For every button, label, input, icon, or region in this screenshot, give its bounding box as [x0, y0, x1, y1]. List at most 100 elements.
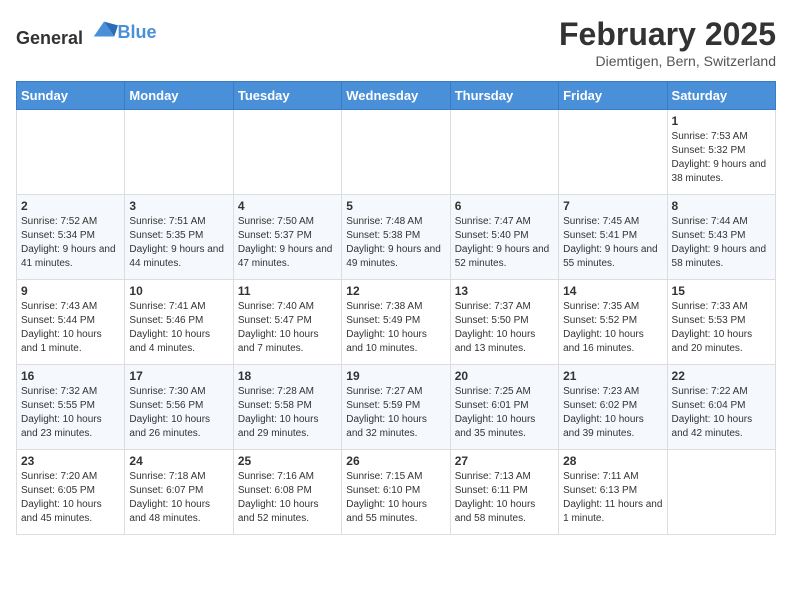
- day-cell: 6Sunrise: 7:47 AM Sunset: 5:40 PM Daylig…: [450, 195, 558, 280]
- day-cell: 23 Sunrise: 7:20 AM Sunset: 6:05 PM Dayli…: [17, 450, 125, 535]
- day-number: 20: [455, 369, 554, 383]
- weekday-header-saturday: Saturday: [667, 82, 775, 110]
- day-cell: 14Sunrise: 7:35 AM Sunset: 5:52 PM Dayli…: [559, 280, 667, 365]
- day-info: Sunrise: 7:50 AM Sunset: 5:37 PM Dayligh…: [238, 215, 337, 271]
- week-row-2: 2 Sunrise: 7:52 AM Sunset: 5:34 PM Daylig…: [17, 195, 776, 280]
- day-info: Sunrise: 7:15 AM Sunset: 6:10 PM Dayligh…: [346, 470, 445, 526]
- day-cell: [450, 110, 558, 195]
- day-cell: 12 Sunrise: 7:38 AM Sunset: 5:49 PM Dayli…: [342, 280, 450, 365]
- day-info: Sunrise: 7:44 AM Sunset: 5:43 PM Dayligh…: [672, 215, 771, 271]
- day-cell: [125, 110, 233, 195]
- day-info: Sunrise: 7:53 AM Sunset: 5:32 PM Dayligh…: [672, 130, 771, 186]
- week-row-3: 9 Sunrise: 7:43 AM Sunset: 5:44 PM Daylig…: [17, 280, 776, 365]
- day-number: 23: [21, 454, 120, 468]
- day-number: 5: [346, 199, 445, 213]
- day-number: 22: [672, 369, 771, 383]
- day-number: 19: [346, 369, 445, 383]
- day-number: 3: [129, 199, 228, 213]
- weekday-header-wednesday: Wednesday: [342, 82, 450, 110]
- day-info: Sunrise: 7:41 AM Sunset: 5:46 PM Dayligh…: [129, 300, 228, 356]
- day-info: Sunrise: 7:52 AM Sunset: 5:34 PM Dayligh…: [21, 215, 120, 271]
- day-info: Sunrise: 7:30 AM Sunset: 5:56 PM Dayligh…: [129, 385, 228, 441]
- day-number: 8: [672, 199, 771, 213]
- weekday-header-thursday: Thursday: [450, 82, 558, 110]
- title-area: February 2025 Diemtigen, Bern, Switzerla…: [559, 16, 776, 69]
- day-info: Sunrise: 7:11 AM Sunset: 6:13 PM Dayligh…: [563, 470, 662, 526]
- day-cell: 20 Sunrise: 7:25 AM Sunset: 6:01 PM Dayli…: [450, 365, 558, 450]
- day-info: Sunrise: 7:27 AM Sunset: 5:59 PM Dayligh…: [346, 385, 445, 441]
- day-number: 4: [238, 199, 337, 213]
- day-cell: 22Sunrise: 7:22 AM Sunset: 6:04 PM Dayli…: [667, 365, 775, 450]
- day-cell: 17 Sunrise: 7:30 AM Sunset: 5:56 PM Dayli…: [125, 365, 233, 450]
- day-number: 18: [238, 369, 337, 383]
- day-cell: 2 Sunrise: 7:52 AM Sunset: 5:34 PM Daylig…: [17, 195, 125, 280]
- day-cell: 10 Sunrise: 7:41 AM Sunset: 5:46 PM Dayli…: [125, 280, 233, 365]
- day-number: 16: [21, 369, 120, 383]
- day-cell: 21 Sunrise: 7:23 AM Sunset: 6:02 PM Dayli…: [559, 365, 667, 450]
- day-info: Sunrise: 7:38 AM Sunset: 5:49 PM Dayligh…: [346, 300, 445, 356]
- day-number: 2: [21, 199, 120, 213]
- day-cell: 3 Sunrise: 7:51 AM Sunset: 5:35 PM Daylig…: [125, 195, 233, 280]
- day-cell: [233, 110, 341, 195]
- day-number: 15: [672, 284, 771, 298]
- day-info: Sunrise: 7:43 AM Sunset: 5:44 PM Dayligh…: [21, 300, 120, 356]
- day-number: 1: [672, 114, 771, 128]
- day-info: Sunrise: 7:32 AM Sunset: 5:55 PM Dayligh…: [21, 385, 120, 441]
- day-cell: 13 Sunrise: 7:37 AM Sunset: 5:50 PM Dayli…: [450, 280, 558, 365]
- day-number: 24: [129, 454, 228, 468]
- day-number: 14: [563, 284, 662, 298]
- day-cell: 18 Sunrise: 7:28 AM Sunset: 5:58 PM Dayli…: [233, 365, 341, 450]
- day-info: Sunrise: 7:33 AM Sunset: 5:53 PM Dayligh…: [672, 300, 771, 356]
- day-cell: 19 Sunrise: 7:27 AM Sunset: 5:59 PM Dayli…: [342, 365, 450, 450]
- day-cell: 28 Sunrise: 7:11 AM Sunset: 6:13 PM Dayli…: [559, 450, 667, 535]
- day-cell: 7 Sunrise: 7:45 AM Sunset: 5:41 PM Daylig…: [559, 195, 667, 280]
- weekday-header-monday: Monday: [125, 82, 233, 110]
- logo-icon: [90, 16, 118, 44]
- week-row-5: 23 Sunrise: 7:20 AM Sunset: 6:05 PM Dayli…: [17, 450, 776, 535]
- day-info: Sunrise: 7:16 AM Sunset: 6:08 PM Dayligh…: [238, 470, 337, 526]
- logo-text-general: General: [16, 28, 83, 48]
- day-cell: [342, 110, 450, 195]
- day-cell: 15 Sunrise: 7:33 AM Sunset: 5:53 PM Dayli…: [667, 280, 775, 365]
- weekday-header-friday: Friday: [559, 82, 667, 110]
- week-row-1: 1 Sunrise: 7:53 AM Sunset: 5:32 PM Daylig…: [17, 110, 776, 195]
- logo-text-blue: Blue: [118, 22, 157, 42]
- day-info: Sunrise: 7:25 AM Sunset: 6:01 PM Dayligh…: [455, 385, 554, 441]
- header: General Blue February 2025 Diemtigen, Be…: [16, 16, 776, 69]
- logo: General Blue: [16, 16, 157, 49]
- day-info: Sunrise: 7:45 AM Sunset: 5:41 PM Dayligh…: [563, 215, 662, 271]
- day-cell: 9 Sunrise: 7:43 AM Sunset: 5:44 PM Daylig…: [17, 280, 125, 365]
- day-number: 13: [455, 284, 554, 298]
- day-info: Sunrise: 7:28 AM Sunset: 5:58 PM Dayligh…: [238, 385, 337, 441]
- day-cell: [17, 110, 125, 195]
- day-number: 17: [129, 369, 228, 383]
- week-row-4: 16 Sunrise: 7:32 AM Sunset: 5:55 PM Dayli…: [17, 365, 776, 450]
- day-number: 10: [129, 284, 228, 298]
- day-number: 12: [346, 284, 445, 298]
- day-number: 28: [563, 454, 662, 468]
- day-number: 21: [563, 369, 662, 383]
- calendar-subtitle: Diemtigen, Bern, Switzerland: [559, 53, 776, 69]
- day-info: Sunrise: 7:23 AM Sunset: 6:02 PM Dayligh…: [563, 385, 662, 441]
- day-cell: [559, 110, 667, 195]
- day-cell: 27 Sunrise: 7:13 AM Sunset: 6:11 PM Dayli…: [450, 450, 558, 535]
- day-info: Sunrise: 7:51 AM Sunset: 5:35 PM Dayligh…: [129, 215, 228, 271]
- day-number: 9: [21, 284, 120, 298]
- day-cell: 8 Sunrise: 7:44 AM Sunset: 5:43 PM Daylig…: [667, 195, 775, 280]
- day-cell: 11Sunrise: 7:40 AM Sunset: 5:47 PM Dayli…: [233, 280, 341, 365]
- day-cell: 26Sunrise: 7:15 AM Sunset: 6:10 PM Dayli…: [342, 450, 450, 535]
- weekday-header-sunday: Sunday: [17, 82, 125, 110]
- day-number: 27: [455, 454, 554, 468]
- day-info: Sunrise: 7:18 AM Sunset: 6:07 PM Dayligh…: [129, 470, 228, 526]
- day-cell: [667, 450, 775, 535]
- day-cell: 5Sunrise: 7:48 AM Sunset: 5:38 PM Daylig…: [342, 195, 450, 280]
- day-info: Sunrise: 7:37 AM Sunset: 5:50 PM Dayligh…: [455, 300, 554, 356]
- day-info: Sunrise: 7:40 AM Sunset: 5:47 PM Dayligh…: [238, 300, 337, 356]
- day-info: Sunrise: 7:20 AM Sunset: 6:05 PM Dayligh…: [21, 470, 120, 526]
- weekday-header-row: SundayMondayTuesdayWednesdayThursdayFrid…: [17, 82, 776, 110]
- day-number: 6: [455, 199, 554, 213]
- day-cell: 16 Sunrise: 7:32 AM Sunset: 5:55 PM Dayli…: [17, 365, 125, 450]
- day-number: 7: [563, 199, 662, 213]
- day-info: Sunrise: 7:13 AM Sunset: 6:11 PM Dayligh…: [455, 470, 554, 526]
- day-number: 25: [238, 454, 337, 468]
